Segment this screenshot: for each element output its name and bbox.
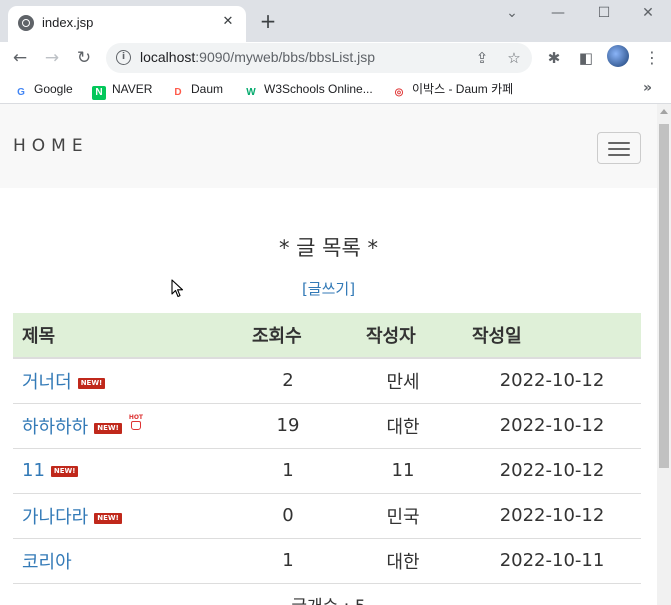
post-title-link[interactable]: 가나다라 xyxy=(22,507,88,528)
post-title-link[interactable]: 거너더 xyxy=(22,372,72,393)
bookmark-label: W3Schools Online... xyxy=(264,82,373,96)
header-title: 제목 xyxy=(13,313,233,359)
table-row: 11 NEW! 1 11 2022-10-12 xyxy=(13,448,641,494)
new-badge: NEW! xyxy=(77,377,106,389)
bookmark-w3schools[interactable]: W W3Schools Online... xyxy=(244,80,373,98)
cell-views: 0 xyxy=(233,493,343,539)
extensions-icon[interactable]: ✱ xyxy=(542,46,566,70)
post-list-table: 제목 조회수 작성자 작성일 거너더 NEW! 2 만세 2022-10-12 하… xyxy=(13,313,641,584)
cell-date: 2022-10-12 xyxy=(463,448,641,494)
new-badge: NEW! xyxy=(94,422,122,434)
new-badge: NEW! xyxy=(94,512,122,524)
maximize-icon[interactable]: ☐ xyxy=(581,0,627,28)
bookmark-daum[interactable]: D Daum xyxy=(171,80,223,98)
minimize-icon[interactable]: — xyxy=(535,0,581,28)
page-title: * 글 목록 * xyxy=(279,236,378,260)
daum-icon: D xyxy=(174,87,182,98)
cell-date: 2022-10-11 xyxy=(463,538,641,584)
bookmark-daum-cafe[interactable]: ◎ 이박스 - Daum 카페 xyxy=(392,80,514,98)
bookmark-google[interactable]: G Google xyxy=(14,80,73,98)
hamburger-icon xyxy=(608,142,630,144)
cell-title: 11 NEW! xyxy=(13,448,233,494)
sidepanel-icon[interactable]: ◧ xyxy=(574,46,598,70)
cell-views: 2 xyxy=(233,358,343,404)
profile-avatar[interactable] xyxy=(607,45,629,67)
bookmark-label: Daum xyxy=(191,82,224,96)
navbar-brand[interactable]: HOME xyxy=(13,136,89,156)
new-tab-button[interactable]: + xyxy=(257,10,279,32)
hot-icon: HOT xyxy=(128,414,144,432)
close-icon[interactable]: ✕ xyxy=(625,0,671,28)
site-navbar: HOME xyxy=(0,104,657,188)
cell-title: 하하하하 NEW! HOT xyxy=(13,403,233,449)
scroll-up-arrow-icon[interactable] xyxy=(660,109,668,114)
share-icon[interactable]: ⇪ xyxy=(472,48,492,68)
cell-views: 1 xyxy=(233,448,343,494)
cell-date: 2022-10-12 xyxy=(463,358,641,404)
cafe-icon: ◎ xyxy=(394,87,404,98)
cell-views: 1 xyxy=(233,538,343,584)
bookmarks-bar: G Google N NAVER D Daum W W3Schools Online..… xyxy=(0,74,671,104)
menu-toggle-button[interactable] xyxy=(597,132,641,164)
tab-strip: index.jsp ✕ + ⌄ — ☐ ✕ xyxy=(0,0,671,42)
page-viewport: HOME * 글 목록 * [글쓰기] 제목 조회수 작성자 작성일 거너더 NE… xyxy=(0,104,671,605)
forward-arrow-icon[interactable]: → xyxy=(40,46,64,70)
google-icon: G xyxy=(17,87,25,98)
w3schools-icon: W xyxy=(246,87,256,98)
hot-label: HOT xyxy=(128,413,144,421)
hamburger-icon xyxy=(608,154,630,156)
scroll-thumb[interactable] xyxy=(659,124,669,468)
tab-search-icon[interactable]: ⌄ xyxy=(489,0,535,28)
post-count: 글개수 : 5 xyxy=(0,592,657,605)
address-bar[interactable]: i localhost:9090/myweb/bbs/bbsList.jsp ⇪… xyxy=(106,43,532,73)
cell-title: 코리아 xyxy=(13,538,233,584)
cell-writer: 대한 xyxy=(343,538,463,584)
header-views: 조회수 xyxy=(233,313,343,359)
bookmark-label: Google xyxy=(34,82,73,96)
more-bookmarks-icon[interactable]: » xyxy=(643,80,652,96)
bookmark-label: NAVER xyxy=(112,82,153,96)
browser-toolbar: ← → ↻ i localhost:9090/myweb/bbs/bbsList… xyxy=(0,42,671,74)
hot-hand-icon xyxy=(130,420,141,430)
new-badge: NEW! xyxy=(50,466,79,477)
info-icon[interactable]: i xyxy=(116,50,131,65)
cell-views: 19 xyxy=(233,403,343,449)
header-date: 작성일 xyxy=(463,313,641,359)
table-row: 코리아 1 대한 2022-10-11 xyxy=(13,538,641,584)
page-scrollbar[interactable] xyxy=(657,104,671,605)
bookmark-naver[interactable]: N NAVER xyxy=(92,80,153,100)
close-tab-icon[interactable]: ✕ xyxy=(218,12,238,32)
kebab-menu-icon[interactable]: ⋮ xyxy=(642,46,662,70)
cell-title: 거너더 NEW! xyxy=(13,358,233,404)
cell-writer: 11 xyxy=(343,448,463,494)
cell-title: 가나다라 NEW! xyxy=(13,493,233,539)
cell-date: 2022-10-12 xyxy=(463,493,641,539)
browser-tab[interactable]: index.jsp ✕ xyxy=(8,6,246,42)
globe-icon xyxy=(18,15,34,31)
star-icon[interactable]: ☆ xyxy=(504,48,524,68)
post-title-link[interactable]: 11 xyxy=(22,460,45,481)
url-text[interactable]: localhost:9090/myweb/bbs/bbsList.jsp xyxy=(140,49,375,65)
tab-title: index.jsp xyxy=(42,15,94,30)
bookmark-label: 이박스 - Daum 카페 xyxy=(412,82,514,96)
write-post-link[interactable]: [글쓰기] xyxy=(0,278,657,299)
header-writer: 작성자 xyxy=(343,313,463,359)
url-host: localhost xyxy=(140,49,196,65)
cell-writer: 민국 xyxy=(343,493,463,539)
reload-icon[interactable]: ↻ xyxy=(72,46,96,70)
mouse-cursor-icon xyxy=(171,279,184,298)
post-title-link[interactable]: 코리아 xyxy=(22,552,72,573)
table-row: 하하하하 NEW! HOT 19 대한 2022-10-12 xyxy=(13,403,641,449)
cell-writer: 대한 xyxy=(343,403,463,449)
url-path: :9090/myweb/bbs/bbsList.jsp xyxy=(195,49,376,65)
back-arrow-icon[interactable]: ← xyxy=(8,46,32,70)
table-row: 거너더 NEW! 2 만세 2022-10-12 xyxy=(13,358,641,404)
naver-icon: N xyxy=(92,86,106,100)
cell-writer: 만세 xyxy=(343,358,463,404)
hamburger-icon xyxy=(608,148,630,150)
table-header-row: 제목 조회수 작성자 작성일 xyxy=(13,313,641,359)
cell-date: 2022-10-12 xyxy=(463,403,641,449)
post-title-link[interactable]: 하하하하 xyxy=(22,417,88,438)
table-row: 가나다라 NEW! 0 민국 2022-10-12 xyxy=(13,493,641,539)
